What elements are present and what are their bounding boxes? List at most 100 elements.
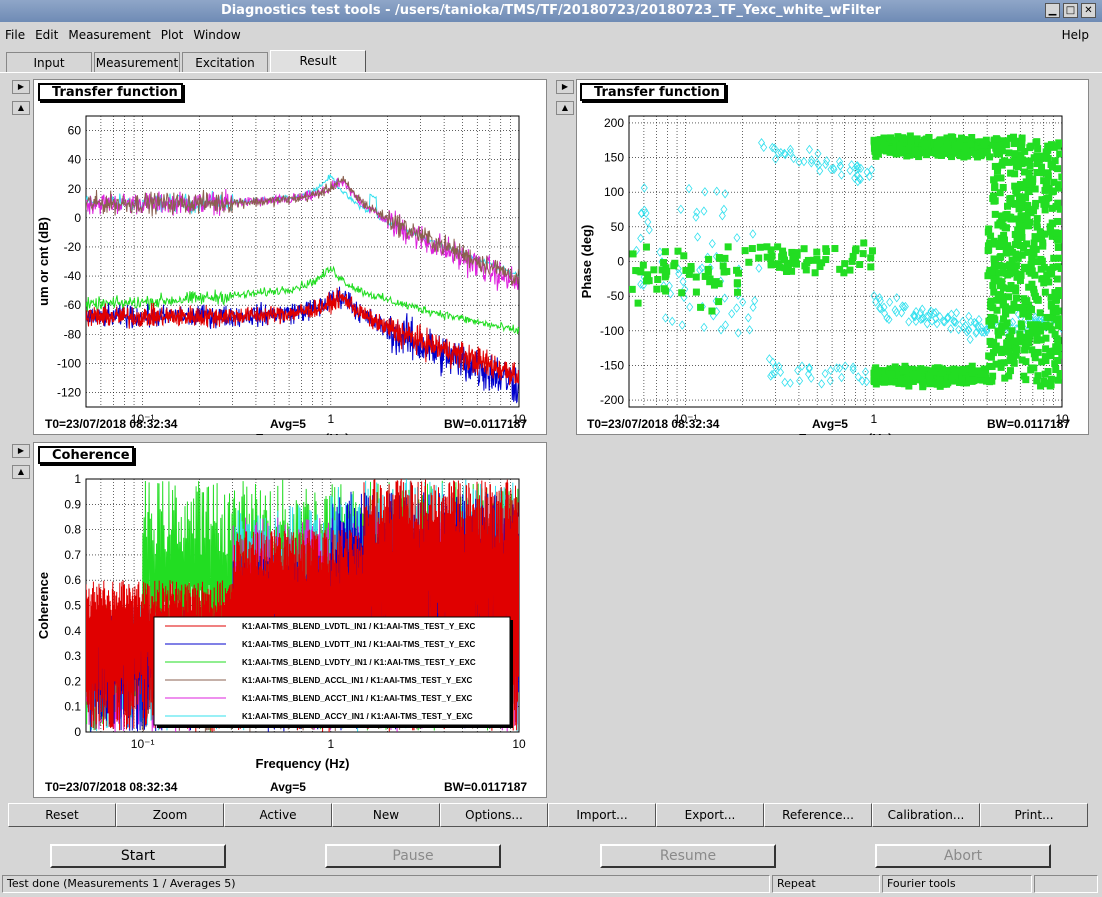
phase-square-marker [756, 243, 764, 251]
phase-square-marker [733, 280, 741, 288]
menu-measurement[interactable]: Measurement [63, 28, 155, 42]
phase-square-marker [1000, 359, 1008, 367]
phase-ytick-label: -200 [600, 393, 624, 407]
phase-square-marker [1016, 144, 1024, 152]
phase-ytick-label: -100 [600, 324, 624, 338]
phase-square-marker [989, 282, 997, 290]
legend-entry-label: K1:AAI-TMS_BLEND_LVDTL_IN1 / K1:AAI-TMS_… [242, 622, 475, 631]
phase-square-marker [986, 337, 994, 345]
phase-square-marker [661, 248, 669, 256]
coherence-ytick-label: 0.5 [64, 599, 81, 613]
abort-button[interactable]: Abort [875, 844, 1051, 868]
phase-square-marker [985, 352, 993, 360]
phase-square-marker [1013, 294, 1021, 302]
phase-square-marker [1049, 220, 1057, 228]
zoom-button[interactable]: Zoom [116, 803, 224, 827]
phase-square-marker [811, 269, 819, 277]
tab-excitation[interactable]: Excitation [182, 52, 268, 72]
phase-square-marker [692, 288, 700, 296]
phase-square-marker [660, 259, 668, 267]
coherence-legend: K1:AAI-TMS_BLEND_LVDTL_IN1 / K1:AAI-TMS_… [153, 616, 513, 728]
phase-square-marker [939, 369, 947, 377]
phase-square-marker [734, 288, 742, 296]
status-message: Test done (Measurements 1 / Averages 5) [2, 875, 770, 893]
calibration-button[interactable]: Calibration... [872, 803, 980, 827]
phase-square-marker [990, 255, 998, 263]
options-button[interactable]: Options... [440, 803, 548, 827]
magnitude-xaxis-label: Frequency (Hz) [256, 431, 350, 435]
phase-xtick-label: 1 [870, 412, 877, 426]
phase-square-marker [704, 265, 712, 273]
coherence-chart[interactable]: 1 0.9 0.8 0.7 0.6 0.5 0.4 0.3 0.2 0.1 0 10⁻¹ 1 10 Freq… [33, 442, 547, 798]
phase-square-marker [1010, 359, 1018, 367]
plot-toolbar: Reset Zoom Active New Options... Import.… [8, 803, 1088, 827]
panel3-collapse-icon[interactable]: ▲ [12, 465, 30, 479]
phase-square-marker [874, 369, 882, 377]
phase-chart[interactable]: 200150100500-50-100-150-20010⁻¹110Freque… [576, 79, 1089, 435]
panel2-collapse-icon[interactable]: ▲ [556, 101, 574, 115]
start-button[interactable]: Start [50, 844, 226, 868]
phase-square-marker [911, 147, 919, 155]
phase-square-marker [993, 167, 1001, 175]
menu-window[interactable]: Window [188, 28, 245, 42]
phase-square-marker [907, 137, 915, 145]
menu-plot[interactable]: Plot [156, 28, 189, 42]
menu-edit[interactable]: Edit [30, 28, 63, 42]
reset-button[interactable]: Reset [8, 803, 116, 827]
print-button[interactable]: Print... [980, 803, 1088, 827]
phase-square-marker [990, 314, 998, 322]
pause-button[interactable]: Pause [325, 844, 501, 868]
phase-square-marker [1042, 345, 1050, 353]
phase-square-marker [964, 152, 972, 160]
import-button[interactable]: Import... [548, 803, 656, 827]
phase-square-marker [1017, 213, 1025, 221]
panel3-expand-icon[interactable]: ▶ [12, 444, 30, 458]
panel1-expand-icon[interactable]: ▶ [12, 80, 30, 94]
new-button[interactable]: New [332, 803, 440, 827]
reference-button[interactable]: Reference... [764, 803, 872, 827]
panel2-expand-icon[interactable]: ▶ [556, 80, 574, 94]
close-icon[interactable]: ✕ [1081, 3, 1096, 18]
phase-square-marker [990, 275, 998, 283]
phase-square-marker [1045, 194, 1053, 202]
phase-square-marker [1025, 174, 1033, 182]
phase-square-marker [851, 247, 859, 255]
minimize-icon[interactable]: ▁ [1045, 3, 1060, 18]
resume-button[interactable]: Resume [600, 844, 776, 868]
phase-square-marker [745, 258, 753, 266]
phase-square-marker [715, 298, 723, 306]
phase-square-marker [995, 240, 1003, 248]
phase-square-marker [949, 133, 957, 141]
phase-square-marker [1003, 339, 1011, 347]
maximize-icon[interactable]: □ [1063, 3, 1078, 18]
phase-square-marker [934, 151, 942, 159]
menu-file[interactable]: File [0, 28, 30, 42]
tab-input[interactable]: Input [6, 52, 92, 72]
phase-square-marker [629, 285, 636, 293]
tab-measurement[interactable]: Measurement [94, 52, 180, 72]
phase-xaxis-label: Frequency (Hz) [799, 431, 893, 435]
panel1-collapse-icon[interactable]: ▲ [12, 101, 30, 115]
magnitude-ytick-label: -20 [64, 240, 82, 254]
magnitude-avg: Avg=5 [270, 417, 306, 431]
phase-square-marker [1031, 292, 1039, 300]
phase-square-marker [987, 232, 995, 240]
menu-help[interactable]: Help [1057, 28, 1094, 42]
phase-square-marker [959, 365, 967, 373]
phase-square-marker [897, 377, 905, 385]
phase-ytick-label: 0 [617, 255, 624, 269]
magnitude-chart[interactable]: 6040200-20-40-60-80-100-12010⁻¹110Freque… [33, 79, 547, 435]
phase-square-marker [1006, 158, 1014, 166]
export-button[interactable]: Export... [656, 803, 764, 827]
coherence-ytick-label: 0.8 [64, 523, 81, 537]
coherence-yaxis-label: Coherence [36, 572, 51, 639]
phase-square-marker [654, 275, 662, 283]
phase-square-marker [800, 245, 808, 253]
status-extra [1034, 875, 1098, 893]
phase-square-marker [1032, 199, 1040, 207]
legend-entry-label: K1:AAI-TMS_BLEND_ACCY_IN1 / K1:AAI-TMS_T… [242, 712, 473, 721]
coherence-ytick-label: 1 [74, 472, 81, 486]
active-button[interactable]: Active [224, 803, 332, 827]
phase-ytick-label: 150 [604, 151, 624, 165]
tab-result[interactable]: Result [270, 50, 366, 72]
